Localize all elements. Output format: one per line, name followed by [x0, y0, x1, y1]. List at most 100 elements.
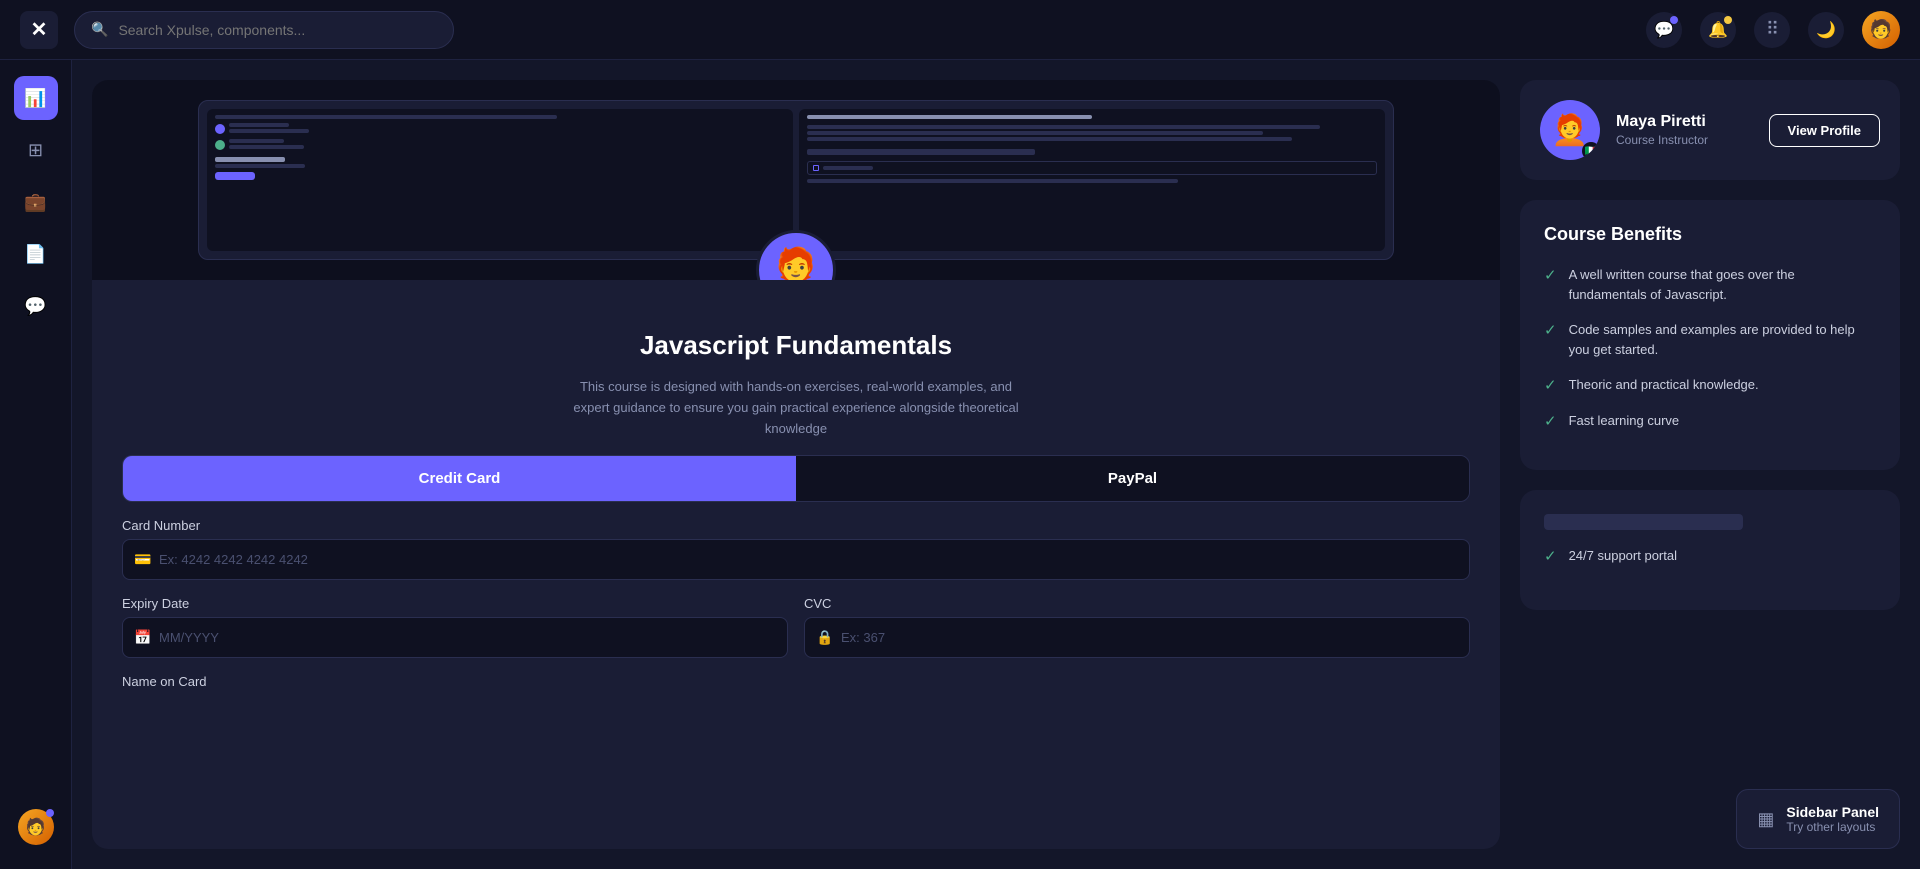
calendar-icon: 📅	[134, 629, 151, 646]
expiry-input[interactable]	[122, 617, 788, 658]
preview-right-title	[807, 115, 1092, 119]
payment-form: Card Number 💳 Expiry Date 📅	[122, 518, 1470, 689]
chat-badge	[1670, 16, 1678, 24]
file-icon: 📄	[24, 244, 46, 265]
sidebar-panel-subtitle: Try other layouts	[1786, 820, 1879, 834]
notifications-button[interactable]: 🔔	[1700, 12, 1736, 48]
main-layout: 📊 ⊞ 💼 📄 💬 🧑	[0, 60, 1920, 869]
benefit-text-2: Code samples and examples are provided t…	[1569, 320, 1876, 359]
extra-card-title-bar	[1544, 514, 1743, 530]
avatar-image: 🧑	[1870, 19, 1892, 40]
card-body: Javascript Fundamentals This course is d…	[92, 280, 1500, 713]
preview-msg	[229, 129, 309, 133]
cvc-label: CVC	[804, 596, 1470, 611]
preview-add-sub	[215, 164, 305, 168]
check-icon-extra: ✓	[1544, 547, 1557, 565]
view-profile-button[interactable]: View Profile	[1769, 114, 1880, 147]
left-sidebar: 📊 ⊞ 💼 📄 💬 🧑	[0, 60, 72, 869]
preview-publish-text	[823, 166, 873, 170]
course-preview: 🧑‍🦰	[92, 80, 1500, 280]
benefit-item-4: ✓ Fast learning curve	[1544, 411, 1876, 431]
sidebar-user-avatar[interactable]: 🧑	[18, 809, 54, 845]
theme-button[interactable]: 🌙	[1808, 12, 1844, 48]
card-icon: 💳	[134, 551, 151, 568]
search-icon: 🔍	[91, 21, 108, 38]
expiry-input-wrap: 📅	[122, 617, 788, 658]
mini-avatar	[215, 124, 225, 134]
sidebar-item-grid[interactable]: ⊞	[14, 128, 58, 172]
dashboard-icon: 📊	[24, 88, 46, 109]
preview-panel-right	[799, 109, 1385, 251]
instructor-role: Course Instructor	[1616, 133, 1753, 147]
sidebar-panel-tooltip[interactable]: ▦ Sidebar Panel Try other layouts	[1736, 789, 1900, 849]
sidebar-item-file[interactable]: 📄	[14, 232, 58, 276]
expiry-label: Expiry Date	[122, 596, 788, 611]
benefits-title: Course Benefits	[1544, 224, 1876, 245]
benefit-item-3: ✓ Theoric and practical knowledge.	[1544, 375, 1876, 395]
preview-checkbox	[813, 165, 819, 171]
preview-name	[229, 123, 289, 127]
course-avatar-icon: 🧑‍🦰	[770, 246, 822, 281]
sidebar-panel-text-group: Sidebar Panel Try other layouts	[1786, 804, 1879, 834]
check-icon-4: ✓	[1544, 412, 1557, 430]
expiry-group: Expiry Date 📅	[122, 596, 788, 658]
expiry-cvc-row: Expiry Date 📅 CVC 🔒	[122, 596, 1470, 658]
sidebar-panel-icon: ▦	[1757, 809, 1774, 830]
preview-name-2	[229, 139, 284, 143]
grid-nav-icon: ⊞	[28, 140, 43, 161]
card-number-input[interactable]	[122, 539, 1470, 580]
preview-right-line3	[807, 137, 1292, 141]
search-bar[interactable]: 🔍	[74, 11, 454, 49]
sidebar-panel-title: Sidebar Panel	[1786, 804, 1879, 820]
preview-chat-1	[215, 123, 785, 135]
course-title: Javascript Fundamentals	[640, 330, 952, 361]
logo[interactable]: ✕	[20, 11, 58, 49]
search-input[interactable]	[118, 22, 437, 38]
benefits-card: Course Benefits ✓ A well written course …	[1520, 200, 1900, 470]
mini-avatar-2	[215, 140, 225, 150]
right-panel: 🧑‍🦰 🇮🇹 Maya Piretti Course Instructor Vi…	[1520, 80, 1900, 849]
instructor-name: Maya Piretti	[1616, 113, 1753, 131]
instructor-avatar-icon: 🧑‍🦰	[1551, 113, 1588, 148]
extra-benefit-text: 24/7 support portal	[1569, 548, 1677, 563]
sidebar-item-message[interactable]: 💬	[14, 284, 58, 328]
main-course-card: 🧑‍🦰 Javascript Fundamentals This course …	[92, 80, 1500, 849]
briefcase-icon: 💼	[24, 192, 46, 213]
sidebar-bottom: 🧑	[18, 809, 54, 853]
cvc-input[interactable]	[804, 617, 1470, 658]
tab-credit-card[interactable]: Credit Card	[123, 456, 796, 501]
apps-button[interactable]: ⠿	[1754, 12, 1790, 48]
extra-card: ✓ 24/7 support portal	[1520, 490, 1900, 610]
chat-button[interactable]: 💬	[1646, 12, 1682, 48]
preview-publish-sub	[807, 179, 1178, 183]
sidebar-avatar-badge	[46, 809, 54, 817]
topnav-icons: 💬 🔔 ⠿ 🌙 🧑	[1646, 11, 1900, 49]
preview-publish-box	[807, 161, 1377, 175]
instructor-card: 🧑‍🦰 🇮🇹 Maya Piretti Course Instructor Vi…	[1520, 80, 1900, 180]
topnav: ✕ 🔍 💬 🔔 ⠿ 🌙 🧑	[0, 0, 1920, 60]
card-number-group: Card Number 💳	[122, 518, 1470, 580]
sidebar-item-dashboard[interactable]: 📊	[14, 76, 58, 120]
preview-line	[215, 115, 557, 119]
sidebar-item-briefcase[interactable]: 💼	[14, 180, 58, 224]
instructor-avatar: 🧑‍🦰 🇮🇹	[1540, 100, 1600, 160]
content-area: 🧑‍🦰 Javascript Fundamentals This course …	[72, 60, 1920, 869]
benefit-item-2: ✓ Code samples and examples are provided…	[1544, 320, 1876, 359]
sidebar-avatar-image: 🧑	[26, 817, 46, 837]
tab-paypal[interactable]: PayPal	[796, 456, 1469, 501]
preview-btn	[215, 172, 255, 180]
card-number-input-wrap: 💳	[122, 539, 1470, 580]
user-avatar[interactable]: 🧑	[1862, 11, 1900, 49]
preview-chat-2	[215, 139, 785, 151]
course-description: This course is designed with hands-on ex…	[566, 377, 1026, 439]
bell-badge	[1724, 16, 1732, 24]
payment-tabs: Credit Card PayPal	[122, 455, 1470, 502]
extra-benefit-item: ✓ 24/7 support portal	[1544, 546, 1876, 565]
moon-icon: 🌙	[1816, 20, 1836, 40]
logo-icon: ✕	[31, 17, 48, 42]
preview-msg-2	[229, 145, 304, 149]
preview-add-phone	[215, 157, 785, 180]
grid-icon: ⠿	[1766, 19, 1778, 40]
benefit-text-3: Theoric and practical knowledge.	[1569, 375, 1759, 395]
benefit-text-1: A well written course that goes over the…	[1569, 265, 1876, 304]
